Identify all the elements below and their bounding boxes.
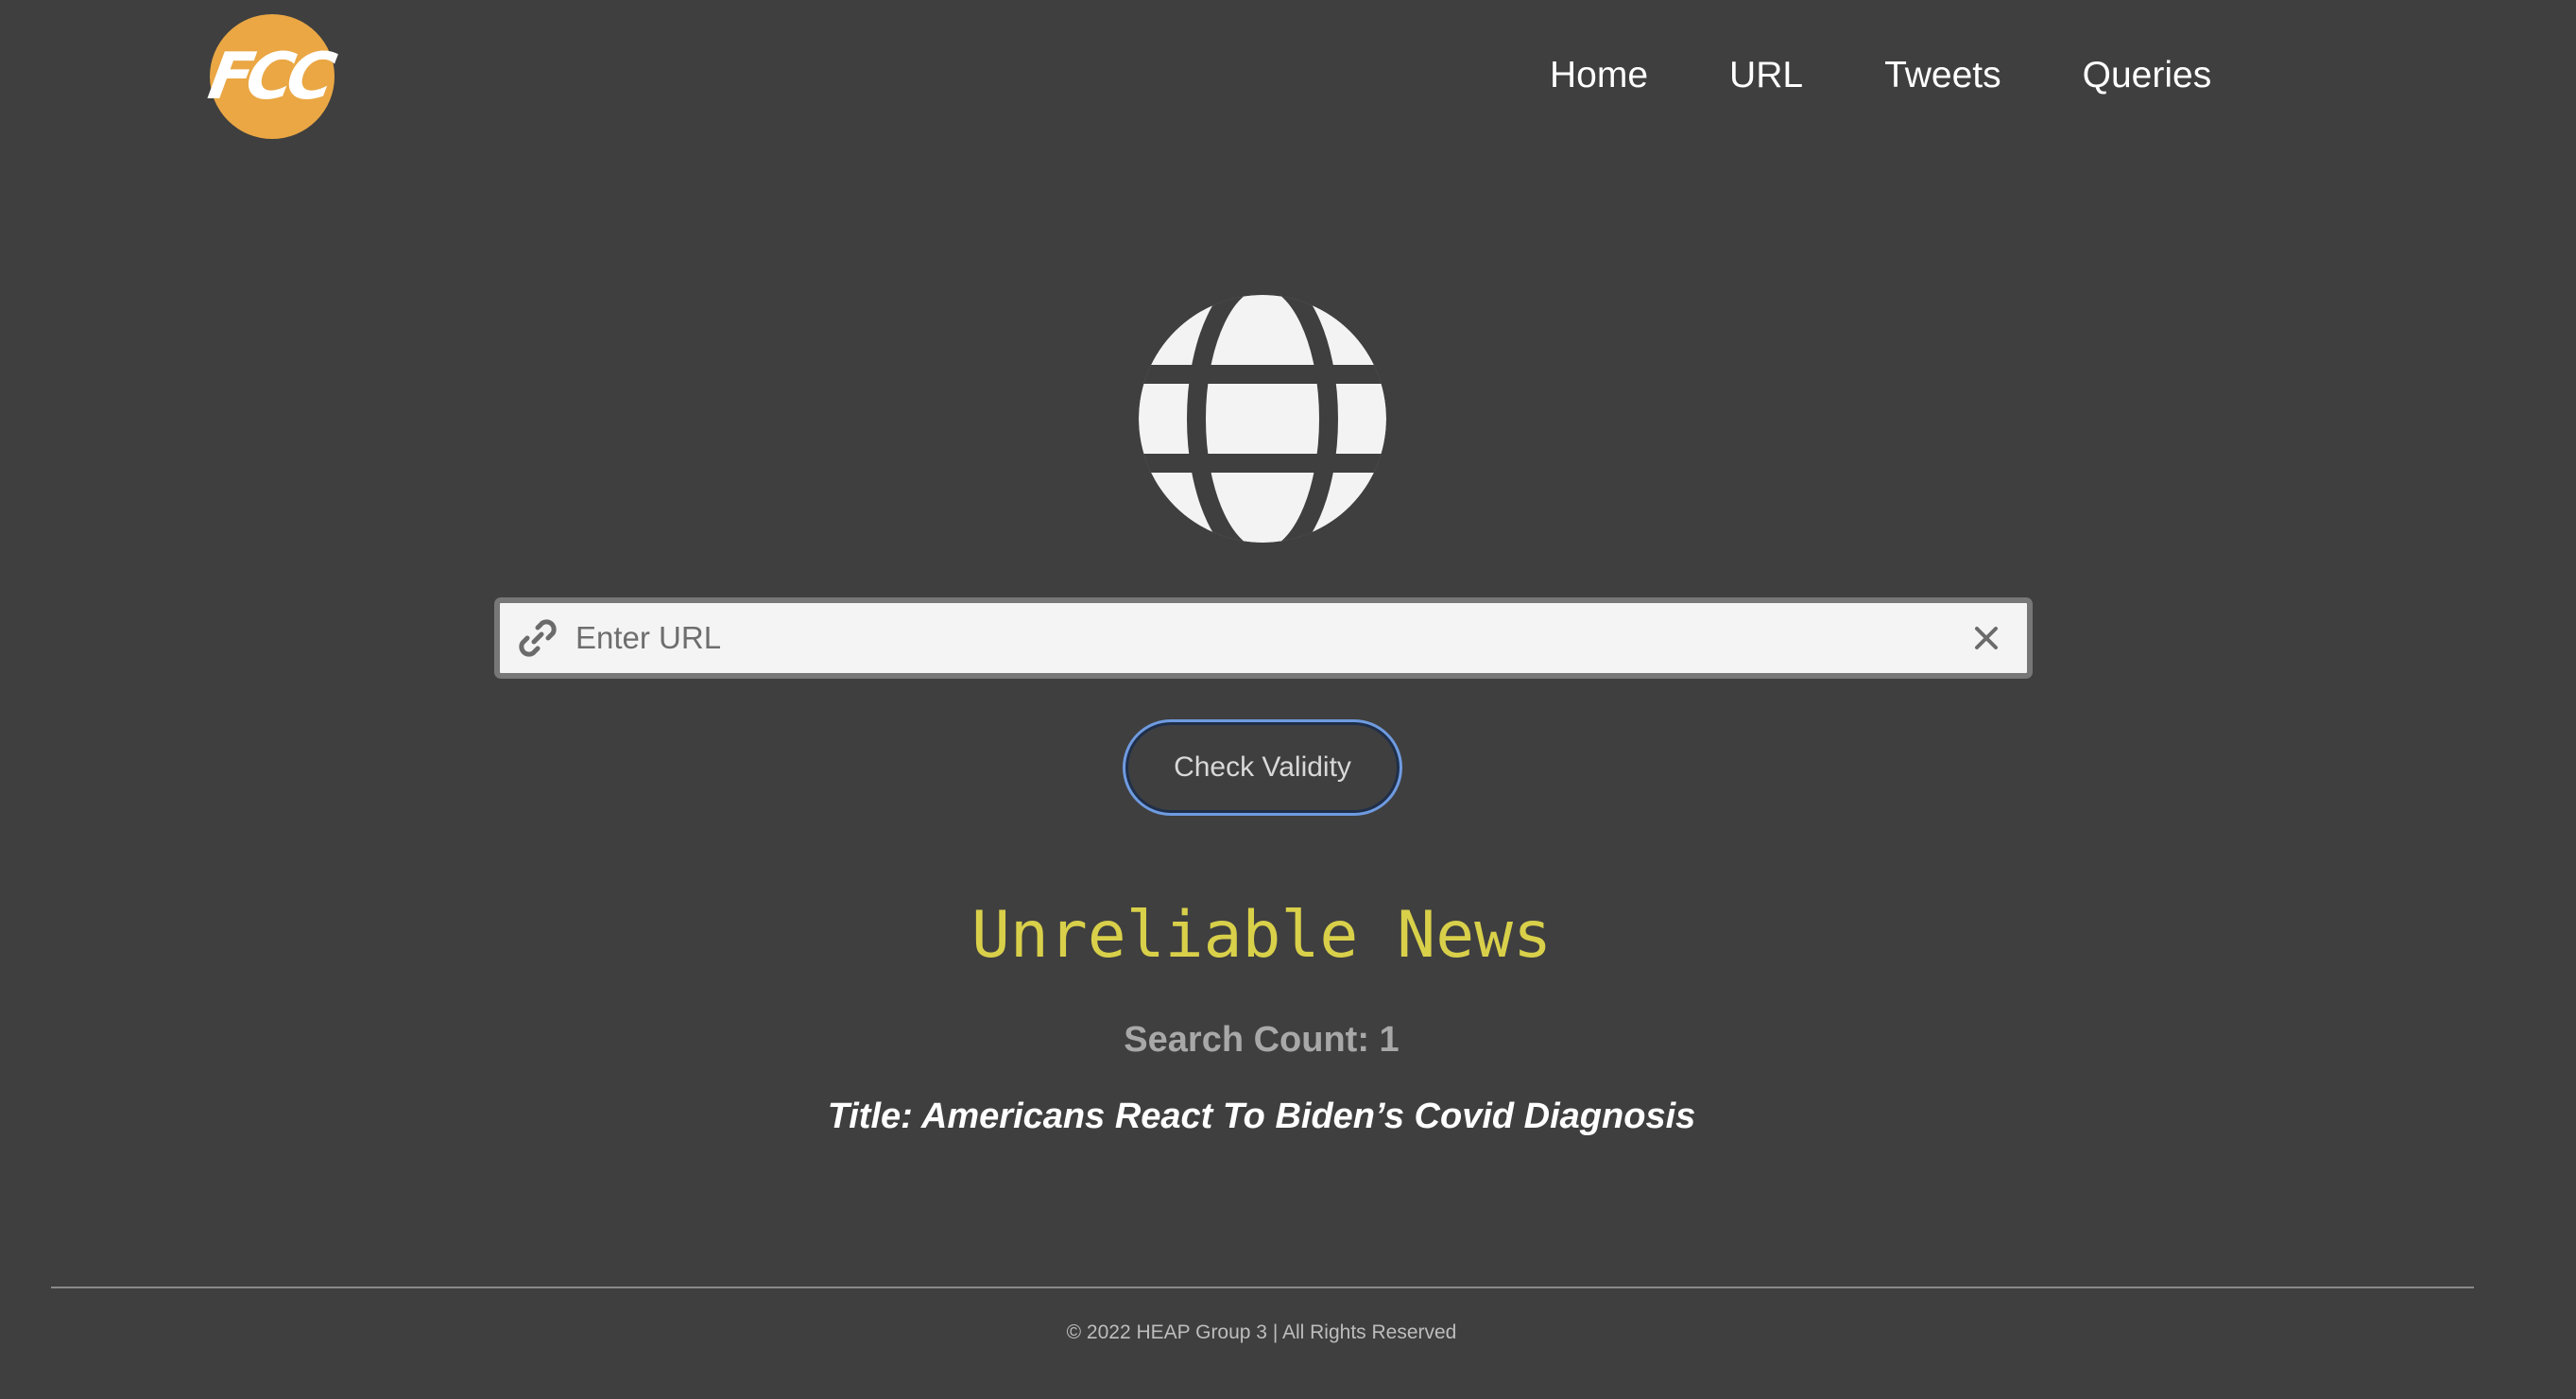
footer-copyright: © 2022 HEAP Group 3 | All Rights Reserve… bbox=[1066, 1321, 1457, 1343]
globe-icon bbox=[1139, 295, 1386, 543]
logo-text: FCC bbox=[203, 39, 335, 114]
footer-divider bbox=[51, 1287, 2474, 1288]
nav-item-url[interactable]: URL bbox=[1729, 52, 1803, 99]
verdict-heading: Unreliable News bbox=[970, 898, 1553, 973]
search-count: Search Count: 1 bbox=[1124, 1020, 1400, 1060]
url-input[interactable] bbox=[562, 609, 1974, 667]
fcc-logo[interactable]: FCC bbox=[203, 14, 335, 139]
main-nav: Home URL Tweets Queries bbox=[1550, 52, 2211, 99]
page: FCC Home URL Tweets Queries Enter URL Ch… bbox=[0, 0, 2576, 1399]
nav-item-tweets[interactable]: Tweets bbox=[1884, 52, 2001, 99]
url-input-box bbox=[494, 597, 2033, 679]
close-icon[interactable] bbox=[1974, 626, 1999, 650]
check-validity-button[interactable]: Check Validity bbox=[1125, 722, 1400, 813]
article-title: Title: Americans React To Biden’s Covid … bbox=[827, 1097, 1696, 1136]
nav-item-queries[interactable]: Queries bbox=[2083, 52, 2212, 99]
nav-item-home[interactable]: Home bbox=[1550, 52, 1648, 99]
link-icon bbox=[519, 619, 557, 657]
